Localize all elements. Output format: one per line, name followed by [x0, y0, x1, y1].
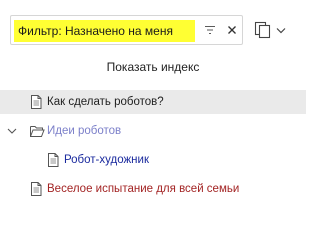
- tree-item-label: Как сделать роботов?: [47, 96, 164, 108]
- page-icon: [31, 182, 42, 196]
- chevron-down-icon[interactable]: [6, 125, 18, 137]
- chevron-down-icon[interactable]: [275, 24, 287, 36]
- filter-input-value[interactable]: Фильтр: Назначено на меня: [17, 23, 174, 39]
- page-icon: [48, 153, 59, 167]
- filter-box[interactable]: Фильтр: Назначено на меня: [10, 15, 243, 45]
- close-icon[interactable]: [223, 21, 241, 39]
- page-icon: [31, 95, 42, 109]
- filter-lines-icon[interactable]: [201, 21, 219, 39]
- tree-item-robot-ideas[interactable]: Идеи роботов: [0, 119, 306, 143]
- tree-item-label: Робот-художник: [64, 154, 149, 166]
- tree-item-robot-artist[interactable]: Робот-художник: [0, 148, 306, 172]
- tree-item-how-to-make-robots[interactable]: Как сделать роботов?: [0, 90, 306, 114]
- tree-item-label: Идеи роботов: [47, 125, 122, 137]
- tree-item-label: Веселое испытание для всей семьи: [47, 183, 240, 195]
- pages-stack-icon[interactable]: [252, 19, 274, 41]
- tree-item-family-challenge[interactable]: Веселое испытание для всей семьи: [0, 177, 306, 201]
- show-index-button[interactable]: Показать индекс: [0, 58, 306, 76]
- folder-open-icon: [30, 126, 45, 137]
